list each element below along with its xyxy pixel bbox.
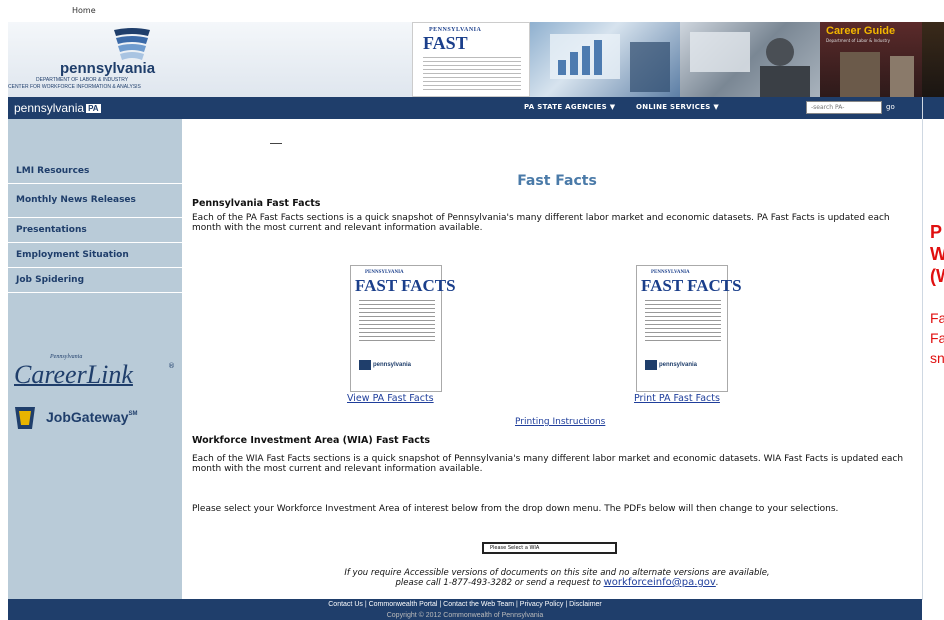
home-link[interactable]: Home xyxy=(72,6,96,15)
print-pa-fast-facts-link[interactable]: Print PA Fast Facts xyxy=(634,393,720,404)
right-text-1: P xyxy=(930,222,943,242)
wia-select-instructions: Please select your Workforce Investment … xyxy=(192,504,839,514)
right-text-4: Fa xyxy=(930,310,944,326)
logo-center: CENTER FOR WORKFORCE INFORMATION & ANALY… xyxy=(8,84,141,90)
search-input[interactable] xyxy=(806,101,882,114)
page-title: Fast Facts xyxy=(517,173,597,189)
careerlink-text: CareerLink xyxy=(14,360,133,389)
page: { "top": { "home_link": "Home" }, "heade… xyxy=(0,0,944,620)
sidebar-menu: LMI Resources Monthly News Releases Pres… xyxy=(8,159,182,293)
sidebar-item-job-spidering[interactable]: Job Spidering xyxy=(8,268,182,293)
wia-fast-facts-heading: Workforce Investment Area (WIA) Fast Fac… xyxy=(192,435,431,446)
thumb-title: FAST FACTS xyxy=(641,276,742,295)
thumb-table-lines xyxy=(645,300,721,344)
thumb-state: PENNSYLVANIA xyxy=(651,270,690,275)
careerlink-registered: ® xyxy=(168,362,175,370)
wia-select-dropdown[interactable]: Please Select a WIA xyxy=(482,542,617,554)
header-banner: pennsylvania DEPARTMENT OF LABOR & INDUS… xyxy=(8,22,944,97)
view-fast-facts-thumbnail[interactable]: PENNSYLVANIA FAST FACTS pennsylvania xyxy=(350,265,456,392)
thumb-logo-icon xyxy=(359,360,371,370)
copyright: Copyright © 2012 Commonwealth of Pennsyl… xyxy=(386,612,544,619)
sidebar: LMI Resources Monthly News Releases Pres… xyxy=(8,119,182,599)
right-text-5: Fa xyxy=(930,330,944,346)
email-link[interactable]: workforceinfo@pa.gov xyxy=(604,577,716,588)
fast-facts-cover-image: PENNSYLVANIA FAST FACTS xyxy=(412,22,530,97)
chart-photo-graphic xyxy=(550,34,670,92)
right-text-3: (W xyxy=(930,266,944,286)
banner-images: PENNSYLVANIA FAST FACTS Career Guide xyxy=(412,22,944,97)
pa-brand[interactable]: pennsylvania PA xyxy=(14,101,101,115)
footer-links[interactable]: Contact Us | Commonwealth Portal | Conta… xyxy=(8,601,922,608)
online-services-menu[interactable]: ONLINE SERVICES ▼ xyxy=(636,103,719,111)
go-button[interactable]: go xyxy=(886,103,895,111)
print-fast-facts-thumbnail[interactable]: PENNSYLVANIA FAST FACTS pennsylvania xyxy=(636,265,742,392)
accessibility-line-2-text: please call 1-877-493-3282 or send a req… xyxy=(395,578,601,588)
keystone-icon xyxy=(15,407,35,429)
business-chart-photo xyxy=(530,22,680,97)
pa-badge-icon: PA xyxy=(86,104,101,113)
jobgateway-text: JobGatewaySM xyxy=(46,409,137,425)
thumb-title: FAST FACTS xyxy=(355,276,456,295)
thumb-table-lines xyxy=(359,300,435,344)
pa-state-agencies-menu[interactable]: PA STATE AGENCIES ▼ xyxy=(524,103,615,111)
printing-instructions-link[interactable]: Printing Instructions xyxy=(515,417,605,427)
accessibility-note: If you require Accessible versions of do… xyxy=(192,568,922,588)
wia-fast-facts-description: Each of the WIA Fast Facts sections is a… xyxy=(192,454,904,474)
thumb-logo-icon xyxy=(645,360,657,370)
right-text-2: W xyxy=(930,244,944,264)
office-worker-photo xyxy=(680,22,820,97)
accessibility-line-2: please call 1-877-493-3282 or send a req… xyxy=(192,577,922,589)
thumb-logo: pennsylvania xyxy=(373,362,412,368)
sidebar-item-presentations[interactable]: Presentations xyxy=(8,218,182,243)
jobgateway-sm: SM xyxy=(128,411,138,417)
sidebar-item-lmi-resources[interactable]: LMI Resources xyxy=(8,159,182,184)
accessibility-line-1: If you require Accessible versions of do… xyxy=(344,568,770,578)
pa-fast-facts-description: Each of the PA Fast Facts sections is a … xyxy=(192,213,890,233)
logo-name: pennsylvania xyxy=(60,60,156,77)
office-photo-graphic xyxy=(690,32,810,97)
divider-dash xyxy=(270,143,282,144)
keystone-flag-icon xyxy=(114,28,150,60)
sidebar-item-employment-situation[interactable]: Employment Situation xyxy=(8,243,182,268)
main-content: Fast Facts Pennsylvania Fast Facts Each … xyxy=(192,119,922,599)
jobgateway-name: JobGateway xyxy=(46,409,129,425)
footer: Contact Us | Commonwealth Portal | Conta… xyxy=(8,599,922,620)
pa-brand-text: pennsylvania xyxy=(14,101,85,115)
pa-labor-logo[interactable]: pennsylvania DEPARTMENT OF LABOR & INDUS… xyxy=(8,22,208,97)
sidebar-item-monthly-news-releases[interactable]: Monthly News Releases xyxy=(8,184,182,218)
thumb-state: PENNSYLVANIA xyxy=(365,270,404,275)
pa-fast-facts-heading: Pennsylvania Fast Facts xyxy=(192,198,321,209)
careerlink-logo[interactable]: Pennsylvania CareerLink ® xyxy=(10,352,182,392)
logo-dept: DEPARTMENT OF LABOR & INDUSTRY xyxy=(36,77,129,83)
jobgateway-logo[interactable]: JobGatewaySM xyxy=(8,403,182,433)
top-nav-bar: pennsylvania PA PA STATE AGENCIES ▼ ONLIN… xyxy=(8,97,944,119)
right-text-6: sn xyxy=(930,350,944,366)
content-border xyxy=(922,97,923,600)
view-pa-fast-facts-link[interactable]: View PA Fast Facts xyxy=(347,393,434,404)
thumb-logo: pennsylvania xyxy=(659,362,698,368)
banner-cutoff-image xyxy=(922,22,944,97)
cover-table-lines xyxy=(423,57,521,93)
accessibility-period: . xyxy=(715,578,719,588)
